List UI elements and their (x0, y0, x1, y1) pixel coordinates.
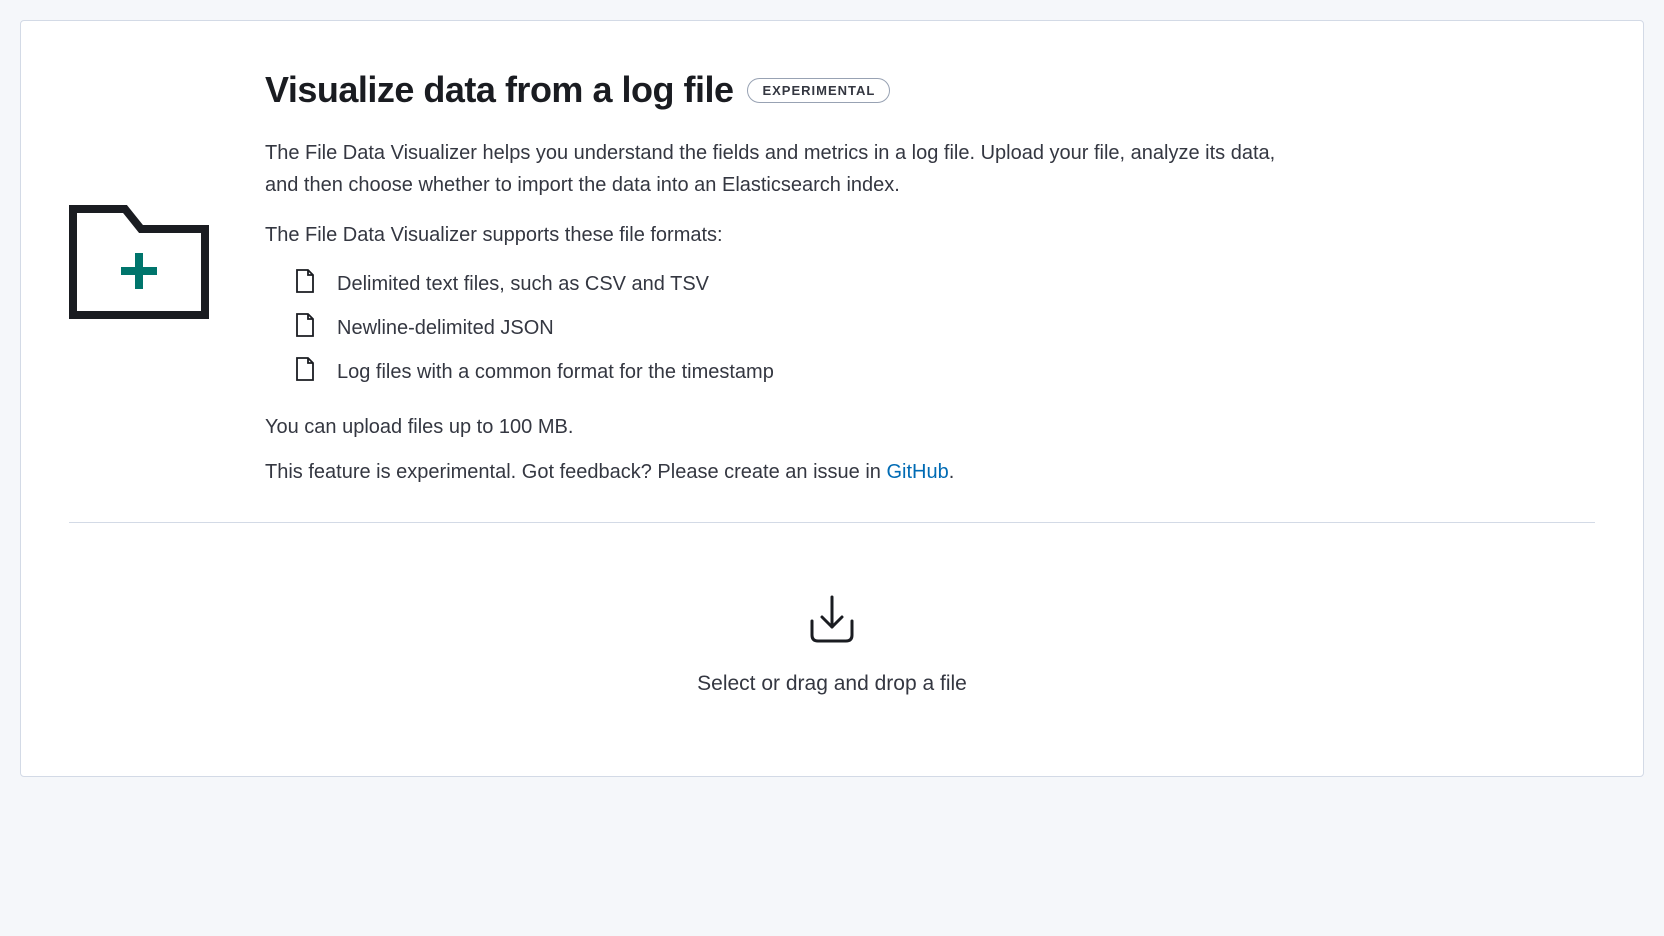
file-icon (295, 269, 315, 299)
format-label: Newline-delimited JSON (337, 317, 554, 340)
format-label: Delimited text files, such as CSV and TS… (337, 273, 709, 296)
feedback-text: This feature is experimental. Got feedba… (265, 461, 1305, 484)
dropzone-label: Select or drag and drop a file (69, 672, 1595, 696)
format-label: Log files with a common format for the t… (337, 361, 774, 384)
supported-formats-list: Delimited text files, such as CSV and TS… (265, 269, 1305, 387)
formats-intro-text: The File Data Visualizer supports these … (265, 219, 1305, 251)
file-data-visualizer-panel: Visualize data from a log file EXPERIMEN… (20, 20, 1644, 777)
github-link[interactable]: GitHub (886, 461, 948, 483)
file-dropzone[interactable]: Select or drag and drop a file (69, 593, 1595, 696)
page-title: Visualize data from a log file (265, 69, 733, 111)
description-text: The File Data Visualizer helps you under… (265, 137, 1305, 201)
format-item: Delimited text files, such as CSV and TS… (295, 269, 1305, 299)
feedback-suffix: . (949, 461, 955, 483)
experimental-badge: EXPERIMENTAL (747, 78, 890, 103)
content-column: Visualize data from a log file EXPERIMEN… (265, 69, 1305, 484)
divider (69, 522, 1595, 523)
file-icon (295, 313, 315, 343)
icon-column (69, 69, 209, 319)
format-item: Log files with a common format for the t… (295, 357, 1305, 387)
add-folder-icon (69, 199, 209, 319)
upload-limit-text: You can upload files up to 100 MB. (265, 411, 1305, 443)
file-icon (295, 357, 315, 387)
title-row: Visualize data from a log file EXPERIMEN… (265, 69, 1305, 111)
feedback-prefix: This feature is experimental. Got feedba… (265, 461, 886, 483)
import-icon (804, 636, 860, 653)
header-section: Visualize data from a log file EXPERIMEN… (69, 69, 1595, 484)
format-item: Newline-delimited JSON (295, 313, 1305, 343)
